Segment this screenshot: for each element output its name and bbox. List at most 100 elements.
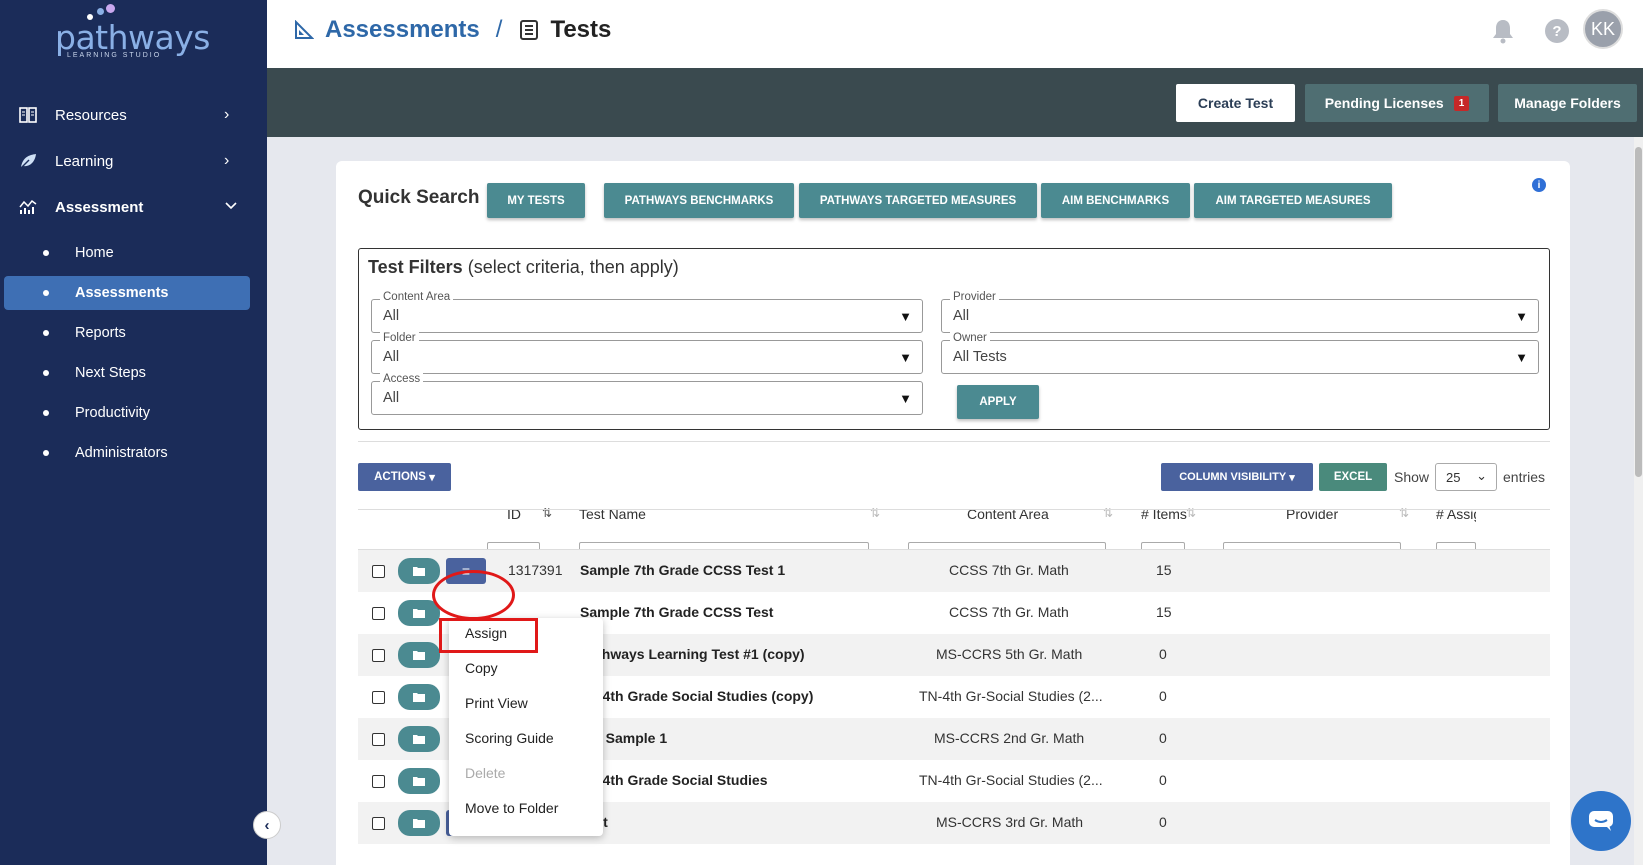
cell-items: 0	[1159, 688, 1167, 704]
provider-select[interactable]: Provider All ▼	[941, 291, 1539, 333]
nav-assessment[interactable]: Assessment	[0, 190, 267, 224]
info-icon[interactable]: i	[1532, 178, 1546, 192]
sidebar-item-label: Assessments	[75, 285, 169, 301]
leaf-icon	[18, 151, 38, 171]
row-checkbox[interactable]	[372, 733, 385, 746]
content-area-select[interactable]: Content Area All ▼	[371, 291, 923, 333]
logo-dot	[106, 4, 115, 13]
row-checkbox[interactable]	[372, 691, 385, 704]
folder-button[interactable]	[398, 642, 440, 668]
cell-test-name[interactable]: Sample 7th Grade CCSS Test	[580, 604, 773, 620]
select-value: All	[383, 349, 400, 365]
entries-label: entries	[1503, 469, 1546, 485]
cell-content-area: MS-CCRS 3rd Gr. Math	[936, 814, 1084, 830]
test-filters-panel: Test Filters (select criteria, then appl…	[358, 248, 1550, 430]
bullet-icon	[43, 330, 49, 336]
menu-item-print-view[interactable]: Print View	[465, 695, 528, 711]
quick-search-my-tests[interactable]: MY TESTS	[487, 183, 585, 218]
sidebar-item-next-steps[interactable]: Next Steps	[0, 356, 267, 390]
row-checkbox[interactable]	[372, 649, 385, 662]
folder-button[interactable]	[398, 726, 440, 752]
access-select[interactable]: Access All ▼	[371, 373, 923, 415]
manage-folders-button[interactable]: Manage Folders	[1498, 84, 1637, 122]
row-checkbox[interactable]	[372, 775, 385, 788]
caret-down-icon: ▼	[899, 391, 912, 406]
cell-test-name[interactable]: Sample 7th Grade CCSS Test 1	[580, 562, 785, 578]
excel-button[interactable]: EXCEL	[1319, 463, 1387, 491]
avatar[interactable]: KK	[1583, 9, 1623, 49]
cell-test-name[interactable]: Pathways Learning Test #1 (copy)	[580, 646, 805, 662]
folder-button[interactable]	[398, 558, 440, 584]
create-test-button[interactable]: Create Test	[1176, 84, 1295, 122]
cell-content-area: TN-4th Gr-Social Studies (2...	[919, 688, 1103, 704]
cell-test-name[interactable]: TN 4th Grade Social Studies	[580, 772, 768, 788]
folder-icon	[413, 819, 425, 828]
row-checkbox[interactable]	[372, 607, 385, 620]
help-icon[interactable]: ?	[1545, 19, 1569, 43]
cell-test-name[interactable]: TN 4th Grade Social Studies (copy)	[580, 688, 813, 704]
menu-item-copy[interactable]: Copy	[465, 660, 498, 676]
test-filters-title-hint: (select criteria, then apply)	[462, 257, 679, 277]
cell-content-area: MS-CCRS 2nd Gr. Math	[934, 730, 1085, 746]
table-row: ≡ 1317391 Sample 7th Grade CCSS Test 1 C…	[358, 550, 1550, 592]
quick-search-aim-benchmarks[interactable]: AIM BENCHMARKS	[1041, 183, 1190, 218]
sidebar-item-label: Administrators	[75, 445, 168, 461]
quick-search-pathways-benchmarks[interactable]: PATHWAYS BENCHMARKS	[604, 183, 794, 218]
table-divider	[358, 509, 1550, 510]
menu-item-move-to-folder[interactable]: Move to Folder	[465, 800, 558, 816]
pending-licenses-button[interactable]: Pending Licenses 1	[1305, 84, 1489, 122]
caret-down-icon: ▼	[1515, 350, 1528, 365]
sidebar-item-home[interactable]: Home	[0, 236, 267, 270]
caret-down-icon: ▼	[899, 350, 912, 365]
chevron-right-icon: ›	[224, 152, 230, 169]
page-size-select[interactable]: 25 ⌄	[1435, 463, 1497, 491]
breadcrumb: Assessments / Tests	[293, 16, 611, 44]
breadcrumb-assessments-link[interactable]: Assessments	[325, 16, 480, 44]
sidebar-item-productivity[interactable]: Productivity	[0, 396, 267, 430]
select-value: All	[383, 390, 400, 406]
owner-select[interactable]: Owner All Tests ▼	[941, 332, 1539, 374]
nav-resources[interactable]: Resources ›	[0, 98, 267, 132]
sidebar-item-label: Home	[75, 245, 114, 261]
page-header: Assessments / Tests	[267, 0, 1643, 68]
page-size-value: 25	[1446, 470, 1461, 485]
cell-content-area: CCSS 7th Gr. Math	[949, 604, 1069, 620]
cell-items: 0	[1159, 730, 1167, 746]
select-label: Folder	[380, 332, 419, 344]
cell-id: 1317391	[508, 562, 563, 578]
chevron-down-icon: ⌄	[1476, 468, 1487, 483]
sidebar-item-administrators[interactable]: Administrators	[0, 436, 267, 470]
row-checkbox[interactable]	[372, 817, 385, 830]
sidebar-item-assessments[interactable]: Assessments	[4, 276, 250, 310]
sidebar-item-reports[interactable]: Reports	[0, 316, 267, 350]
page-scrollbar[interactable]	[1634, 137, 1643, 865]
breadcrumb-current: Tests	[550, 16, 612, 43]
sidebar: pathways LEARNING STUDIO Resources › Lea…	[0, 0, 267, 865]
chat-widget-button[interactable]	[1571, 791, 1631, 851]
test-filters-title-bold: Test Filters	[368, 257, 463, 277]
row-checkbox[interactable]	[372, 565, 385, 578]
sidebar-collapse-button[interactable]: ‹	[253, 811, 281, 839]
scrollbar-thumb[interactable]	[1635, 147, 1642, 477]
quick-search-aim-targeted-measures[interactable]: AIM TARGETED MEASURES	[1194, 183, 1392, 218]
folder-button[interactable]	[398, 684, 440, 710]
nav-learning[interactable]: Learning ›	[0, 144, 267, 178]
actions-button[interactable]: ACTIONS ▾	[358, 463, 451, 491]
cell-content-area: TN-4th Gr-Social Studies (2...	[919, 772, 1103, 788]
folder-button[interactable]	[398, 768, 440, 794]
folder-button[interactable]	[398, 600, 440, 626]
caret-down-icon: ▾	[1289, 471, 1295, 484]
quick-search-pathways-targeted-measures[interactable]: PATHWAYS TARGETED MEASURES	[799, 183, 1037, 218]
cell-items: 15	[1156, 562, 1172, 578]
bell-icon[interactable]	[1491, 18, 1515, 49]
pathways-logo[interactable]: pathways LEARNING STUDIO	[55, 4, 210, 62]
column-visibility-button[interactable]: COLUMN VISIBILITY ▾	[1161, 463, 1313, 491]
folder-icon	[413, 609, 425, 618]
folder-button[interactable]	[398, 810, 440, 836]
apply-button[interactable]: APPLY	[957, 385, 1039, 419]
folder-icon	[413, 735, 425, 744]
menu-item-scoring-guide[interactable]: Scoring Guide	[465, 730, 554, 746]
sidebar-item-label: Next Steps	[75, 365, 146, 381]
folder-select[interactable]: Folder All ▼	[371, 332, 923, 374]
chevron-down-icon	[224, 198, 238, 216]
